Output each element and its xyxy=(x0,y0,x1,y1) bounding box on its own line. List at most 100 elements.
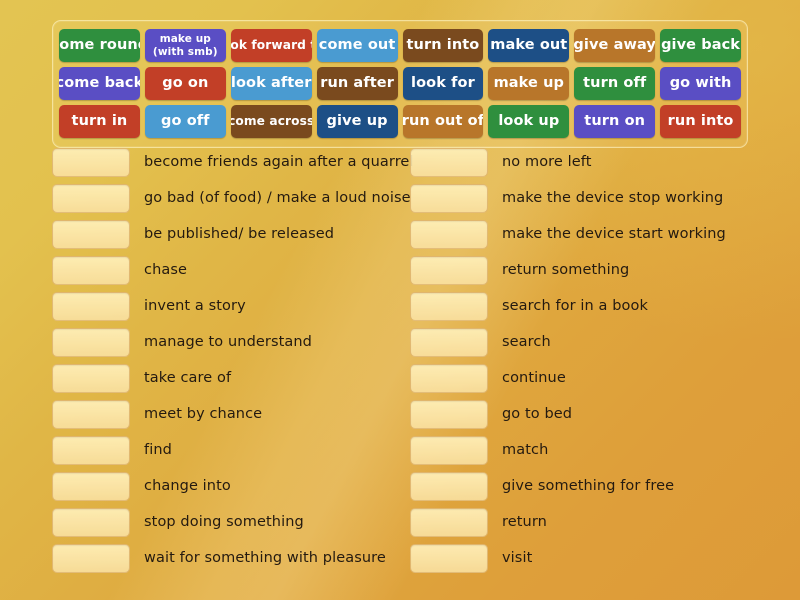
definition-row: give something for free xyxy=(410,471,760,501)
definition-row: return something xyxy=(410,255,760,285)
definition-row: chase xyxy=(52,255,402,285)
word-tile[interactable]: go off xyxy=(144,105,226,138)
definition-column-left: become friends again after a quarrel go b… xyxy=(52,147,413,579)
word-tile[interactable]: give back xyxy=(660,29,741,62)
word-tile[interactable]: turn in xyxy=(59,105,140,138)
definition-row: search for in a book xyxy=(410,291,760,321)
word-tile[interactable]: look forward to xyxy=(230,29,312,62)
definition-text: manage to understand xyxy=(144,334,312,350)
answer-dropzone[interactable] xyxy=(52,435,130,465)
definition-row: be published/ be released xyxy=(52,219,402,249)
word-tile[interactable]: go on xyxy=(144,67,226,100)
definition-row: meet by chance xyxy=(52,399,402,429)
definition-text: find xyxy=(144,442,172,458)
definition-row: return xyxy=(410,507,760,537)
definition-text: make the device start working xyxy=(502,226,726,242)
answer-dropzone[interactable] xyxy=(410,363,488,393)
answer-dropzone[interactable] xyxy=(410,183,488,213)
answer-dropzone[interactable] xyxy=(410,255,488,285)
definition-text: search xyxy=(502,334,551,350)
answer-dropzone[interactable] xyxy=(410,543,488,573)
definition-text: match xyxy=(502,442,549,458)
definition-row: find xyxy=(52,435,402,465)
answer-dropzone[interactable] xyxy=(52,147,130,177)
definition-row: continue xyxy=(410,363,760,393)
answer-dropzone[interactable] xyxy=(52,471,130,501)
word-bank-row: turn in go off come across give up run out o… xyxy=(59,105,741,138)
word-tile[interactable]: give away xyxy=(574,29,656,62)
word-tile[interactable]: look up xyxy=(488,105,570,138)
word-tile[interactable]: come out xyxy=(316,29,398,62)
word-tile[interactable]: turn into xyxy=(402,29,484,62)
answer-dropzone[interactable] xyxy=(410,435,488,465)
definition-row: no more left xyxy=(410,147,760,177)
definition-text: go to bed xyxy=(502,406,573,422)
definition-text: give something for free xyxy=(502,478,675,494)
definition-row: invent a story xyxy=(52,291,402,321)
answer-dropzone[interactable] xyxy=(52,291,130,321)
word-tile[interactable]: turn off xyxy=(574,67,656,100)
definition-text: continue xyxy=(502,370,566,386)
word-tile[interactable]: make up (with smb) xyxy=(144,29,226,62)
definition-column-right: no more left make the device stop working… xyxy=(410,147,760,579)
answer-dropzone[interactable] xyxy=(52,183,130,213)
word-tile[interactable]: make up xyxy=(488,67,570,100)
word-tile[interactable]: run into xyxy=(660,105,741,138)
definition-text: make the device stop working xyxy=(502,190,724,206)
definition-text: invent a story xyxy=(144,298,246,314)
word-tile[interactable]: give up xyxy=(316,105,398,138)
answer-dropzone[interactable] xyxy=(410,291,488,321)
answer-dropzone[interactable] xyxy=(52,327,130,357)
word-tile[interactable]: come back xyxy=(59,67,140,100)
definition-text: return something xyxy=(502,262,630,278)
definition-row: go bad (of food) / make a loud noise xyxy=(52,183,411,213)
answer-dropzone[interactable] xyxy=(410,327,488,357)
definition-text: be published/ be released xyxy=(144,226,335,242)
definition-text: become friends again after a quarrel xyxy=(144,154,414,170)
word-tile[interactable]: go with xyxy=(660,67,741,100)
word-tile[interactable]: look for xyxy=(402,67,484,100)
definition-row: search xyxy=(410,327,760,357)
word-bank-panel: come roundmake up(with smb)look forward … xyxy=(52,20,748,148)
word-tile[interactable]: come across xyxy=(230,105,312,138)
definition-row: take care of xyxy=(52,363,402,393)
word-bank-row: come roundmake up(with smb)look forward … xyxy=(59,29,741,62)
answer-dropzone[interactable] xyxy=(52,219,130,249)
definition-text: take care of xyxy=(144,370,232,386)
word-tile[interactable]: run after xyxy=(316,67,398,100)
definition-text: chase xyxy=(144,262,188,278)
definition-row: make the device start working xyxy=(410,219,760,249)
definition-row: wait for something with pleasure xyxy=(52,543,402,573)
word-tile-line-2: (with smb) xyxy=(152,45,218,58)
definition-text: go bad (of food) / make a loud noise xyxy=(144,190,411,206)
word-tile[interactable]: run out of xyxy=(402,105,484,138)
word-tile[interactable]: make out xyxy=(488,29,570,62)
answer-dropzone[interactable] xyxy=(410,471,488,501)
definition-text: wait for something with pleasure xyxy=(144,550,386,566)
word-tile[interactable]: turn on xyxy=(574,105,656,138)
definition-row: visit xyxy=(410,543,760,573)
answer-dropzone[interactable] xyxy=(52,543,130,573)
answer-dropzone[interactable] xyxy=(410,507,488,537)
answer-dropzone[interactable] xyxy=(52,399,130,429)
answer-dropzone[interactable] xyxy=(52,363,130,393)
answer-dropzone[interactable] xyxy=(52,255,130,285)
definition-row: stop doing something xyxy=(52,507,402,537)
answer-dropzone[interactable] xyxy=(52,507,130,537)
definition-text: no more left xyxy=(502,154,592,170)
answer-dropzone[interactable] xyxy=(410,147,488,177)
definition-text: meet by chance xyxy=(144,406,263,422)
answer-dropzone[interactable] xyxy=(410,399,488,429)
word-tile[interactable]: look after xyxy=(230,67,312,100)
answer-dropzone[interactable] xyxy=(410,219,488,249)
activity-stage: come roundmake up(with smb)look forward … xyxy=(0,0,800,600)
definition-row: match xyxy=(410,435,760,465)
definition-row: manage to understand xyxy=(52,327,402,357)
word-tile[interactable]: come round xyxy=(59,29,140,62)
definition-row: make the device stop working xyxy=(410,183,760,213)
definition-text: change into xyxy=(144,478,231,494)
definition-row: go to bed xyxy=(410,399,760,429)
word-bank-row: come back go on look after run after look fo… xyxy=(59,67,741,100)
definition-row: change into xyxy=(52,471,402,501)
definition-row: become friends again after a quarrel xyxy=(52,147,413,177)
